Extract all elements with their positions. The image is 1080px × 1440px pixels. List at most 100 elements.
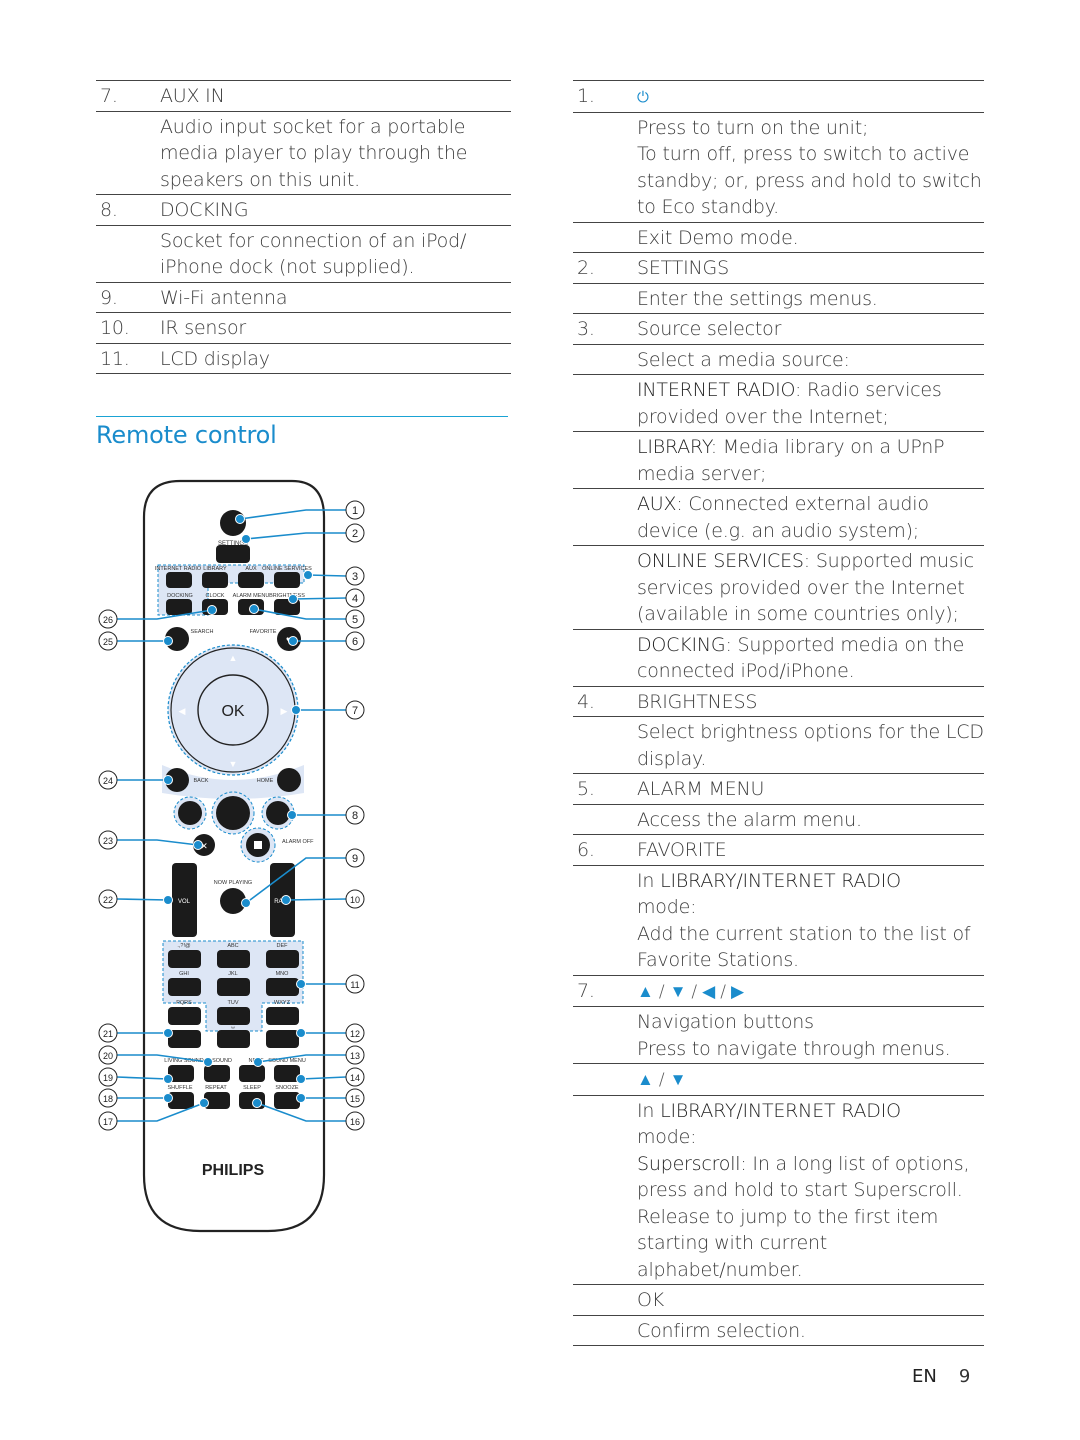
callout-number: 22 — [103, 895, 113, 905]
svg-text:DEF: DEF — [277, 943, 289, 949]
table-row: 1. ⏻ — [573, 80, 984, 112]
brand-logo: PHILIPS — [202, 1162, 265, 1179]
callout-number: 10 — [350, 895, 360, 905]
table-row: 3. Source selector — [573, 314, 984, 344]
callout-number: 18 — [103, 1094, 113, 1104]
play-pause-button — [216, 796, 250, 830]
snooze-button — [274, 1092, 300, 1109]
svg-text:FAVORITE: FAVORITE — [250, 629, 277, 635]
callout-dot — [199, 1098, 209, 1108]
callout-number: 23 — [103, 836, 113, 846]
left-arrow-icon: ◀ — [702, 981, 716, 1002]
left-spec-table: 7. AUX IN Audio input socket for a portab… — [96, 80, 511, 374]
svg-text:SOUND: SOUND — [212, 1058, 232, 1064]
home-button — [277, 768, 301, 792]
callout-dot — [252, 1098, 262, 1108]
down-arrow-icon: ▼ — [669, 981, 687, 1002]
svg-text:LIBRARY: LIBRARY — [203, 566, 227, 572]
svg-text:ABC: ABC — [227, 943, 238, 949]
table-row: 7. AUX IN — [96, 80, 511, 111]
table-row: 5. ALARM MENU — [573, 774, 984, 804]
library-button — [202, 572, 228, 588]
svg-text:SNOOZE: SNOOZE — [275, 1085, 299, 1091]
svg-text:.,?!@: .,?!@ — [177, 943, 191, 949]
table-row: In LIBRARY/INTERNET RADIO mode: Add the cu… — [573, 865, 984, 975]
callout-line — [292, 597, 347, 600]
callout-dot — [163, 895, 173, 905]
key-7 — [168, 1007, 201, 1025]
callout-number: 19 — [103, 1073, 113, 1083]
callout-dot — [296, 1093, 306, 1103]
callout-number: 26 — [103, 615, 113, 625]
section-divider — [96, 416, 508, 417]
callout-dot — [241, 534, 251, 544]
key-4 — [168, 978, 201, 996]
callout-dot — [241, 898, 251, 908]
callout-number: 13 — [350, 1051, 360, 1061]
svg-text:VOL: VOL — [178, 899, 191, 905]
table-row: 4. BRIGHTNESS — [573, 686, 984, 717]
section-title: Remote control — [96, 421, 277, 449]
settings-button — [216, 545, 250, 563]
callout-dot — [288, 636, 298, 646]
next-button — [266, 801, 290, 825]
callout-number: 17 — [103, 1117, 113, 1127]
table-row: INTERNET RADIO: Radio services provided o… — [573, 375, 984, 432]
table-row: Select brightness options for the LCD dis… — [573, 717, 984, 774]
table-row: In LIBRARY/INTERNET RADIO mode: Superscrol… — [573, 1095, 984, 1285]
callout-dot — [163, 1093, 173, 1103]
right-arrow-icon: ▶ — [730, 981, 744, 1002]
key-5 — [217, 978, 250, 996]
callout-dot — [296, 979, 306, 989]
callout-dot — [281, 895, 291, 905]
svg-text:REPEAT: REPEAT — [205, 1085, 227, 1091]
callout-line — [307, 574, 347, 577]
key-3 — [266, 950, 299, 968]
page-number: 9 — [958, 1366, 971, 1387]
svg-text:WXYZ: WXYZ — [274, 1000, 291, 1006]
svg-text:OK: OK — [221, 703, 244, 720]
svg-text:INTERNET RADIO: INTERNET RADIO — [155, 566, 202, 572]
svg-text:SEARCH: SEARCH — [191, 629, 214, 635]
language-code: EN — [912, 1366, 937, 1387]
callout-dot — [253, 1057, 263, 1067]
table-row: AUX: Connected external audio device (e.g… — [573, 489, 984, 546]
svg-text:JKL: JKL — [228, 971, 237, 977]
svg-text:MNO: MNO — [276, 971, 290, 977]
up-arrow-icon: ▲ — [637, 981, 654, 1002]
callout-number: 9 — [352, 853, 358, 865]
table-row: 8. DOCKING — [96, 195, 511, 225]
table-row: 10. IR sensor — [96, 313, 511, 343]
callout-dot — [291, 705, 301, 715]
down-arrow-icon: ▼ — [229, 759, 238, 769]
remote-control-illustration: SETTINGS INTERNET RADIO LIBRARY AUX ONLI… — [96, 475, 386, 1240]
callout-number: 6 — [352, 636, 358, 648]
svg-text:CLOCK: CLOCK — [206, 593, 225, 599]
left-arrow-icon: ◀ — [179, 706, 186, 716]
svg-text:SLEEP: SLEEP — [243, 1085, 261, 1091]
right-arrow-icon: ▶ — [281, 706, 288, 716]
callout-number: 1 — [352, 505, 358, 517]
svg-text:HOME: HOME — [257, 778, 274, 784]
callout-number: 7 — [352, 705, 358, 717]
table-row: 11. LCD display — [96, 343, 511, 374]
table-row: 7. ▲ / ▼ / ◀ / ▶ — [573, 975, 984, 1007]
key-9 — [266, 1007, 299, 1025]
callout-dot — [249, 604, 259, 614]
callout-dot — [163, 636, 173, 646]
previous-button — [178, 801, 202, 825]
power-icon: ⏻ — [637, 88, 649, 106]
callout-dot — [207, 605, 217, 615]
svg-text:GHI: GHI — [179, 971, 189, 977]
table-row: ONLINE SERVICES: Supported music services… — [573, 546, 984, 629]
key-1 — [168, 950, 201, 968]
key-0 — [217, 1030, 250, 1048]
callout-dot — [296, 1028, 306, 1038]
table-row: Access the alarm menu. — [573, 804, 984, 835]
table-row: Navigation buttons Press to navigate thro… — [573, 1007, 984, 1064]
key-2 — [217, 950, 250, 968]
callout-number: 24 — [103, 776, 113, 786]
svg-text:ALARM MENU: ALARM MENU — [233, 593, 270, 599]
callout-number: 5 — [352, 614, 358, 626]
callout-dot — [296, 1074, 306, 1084]
